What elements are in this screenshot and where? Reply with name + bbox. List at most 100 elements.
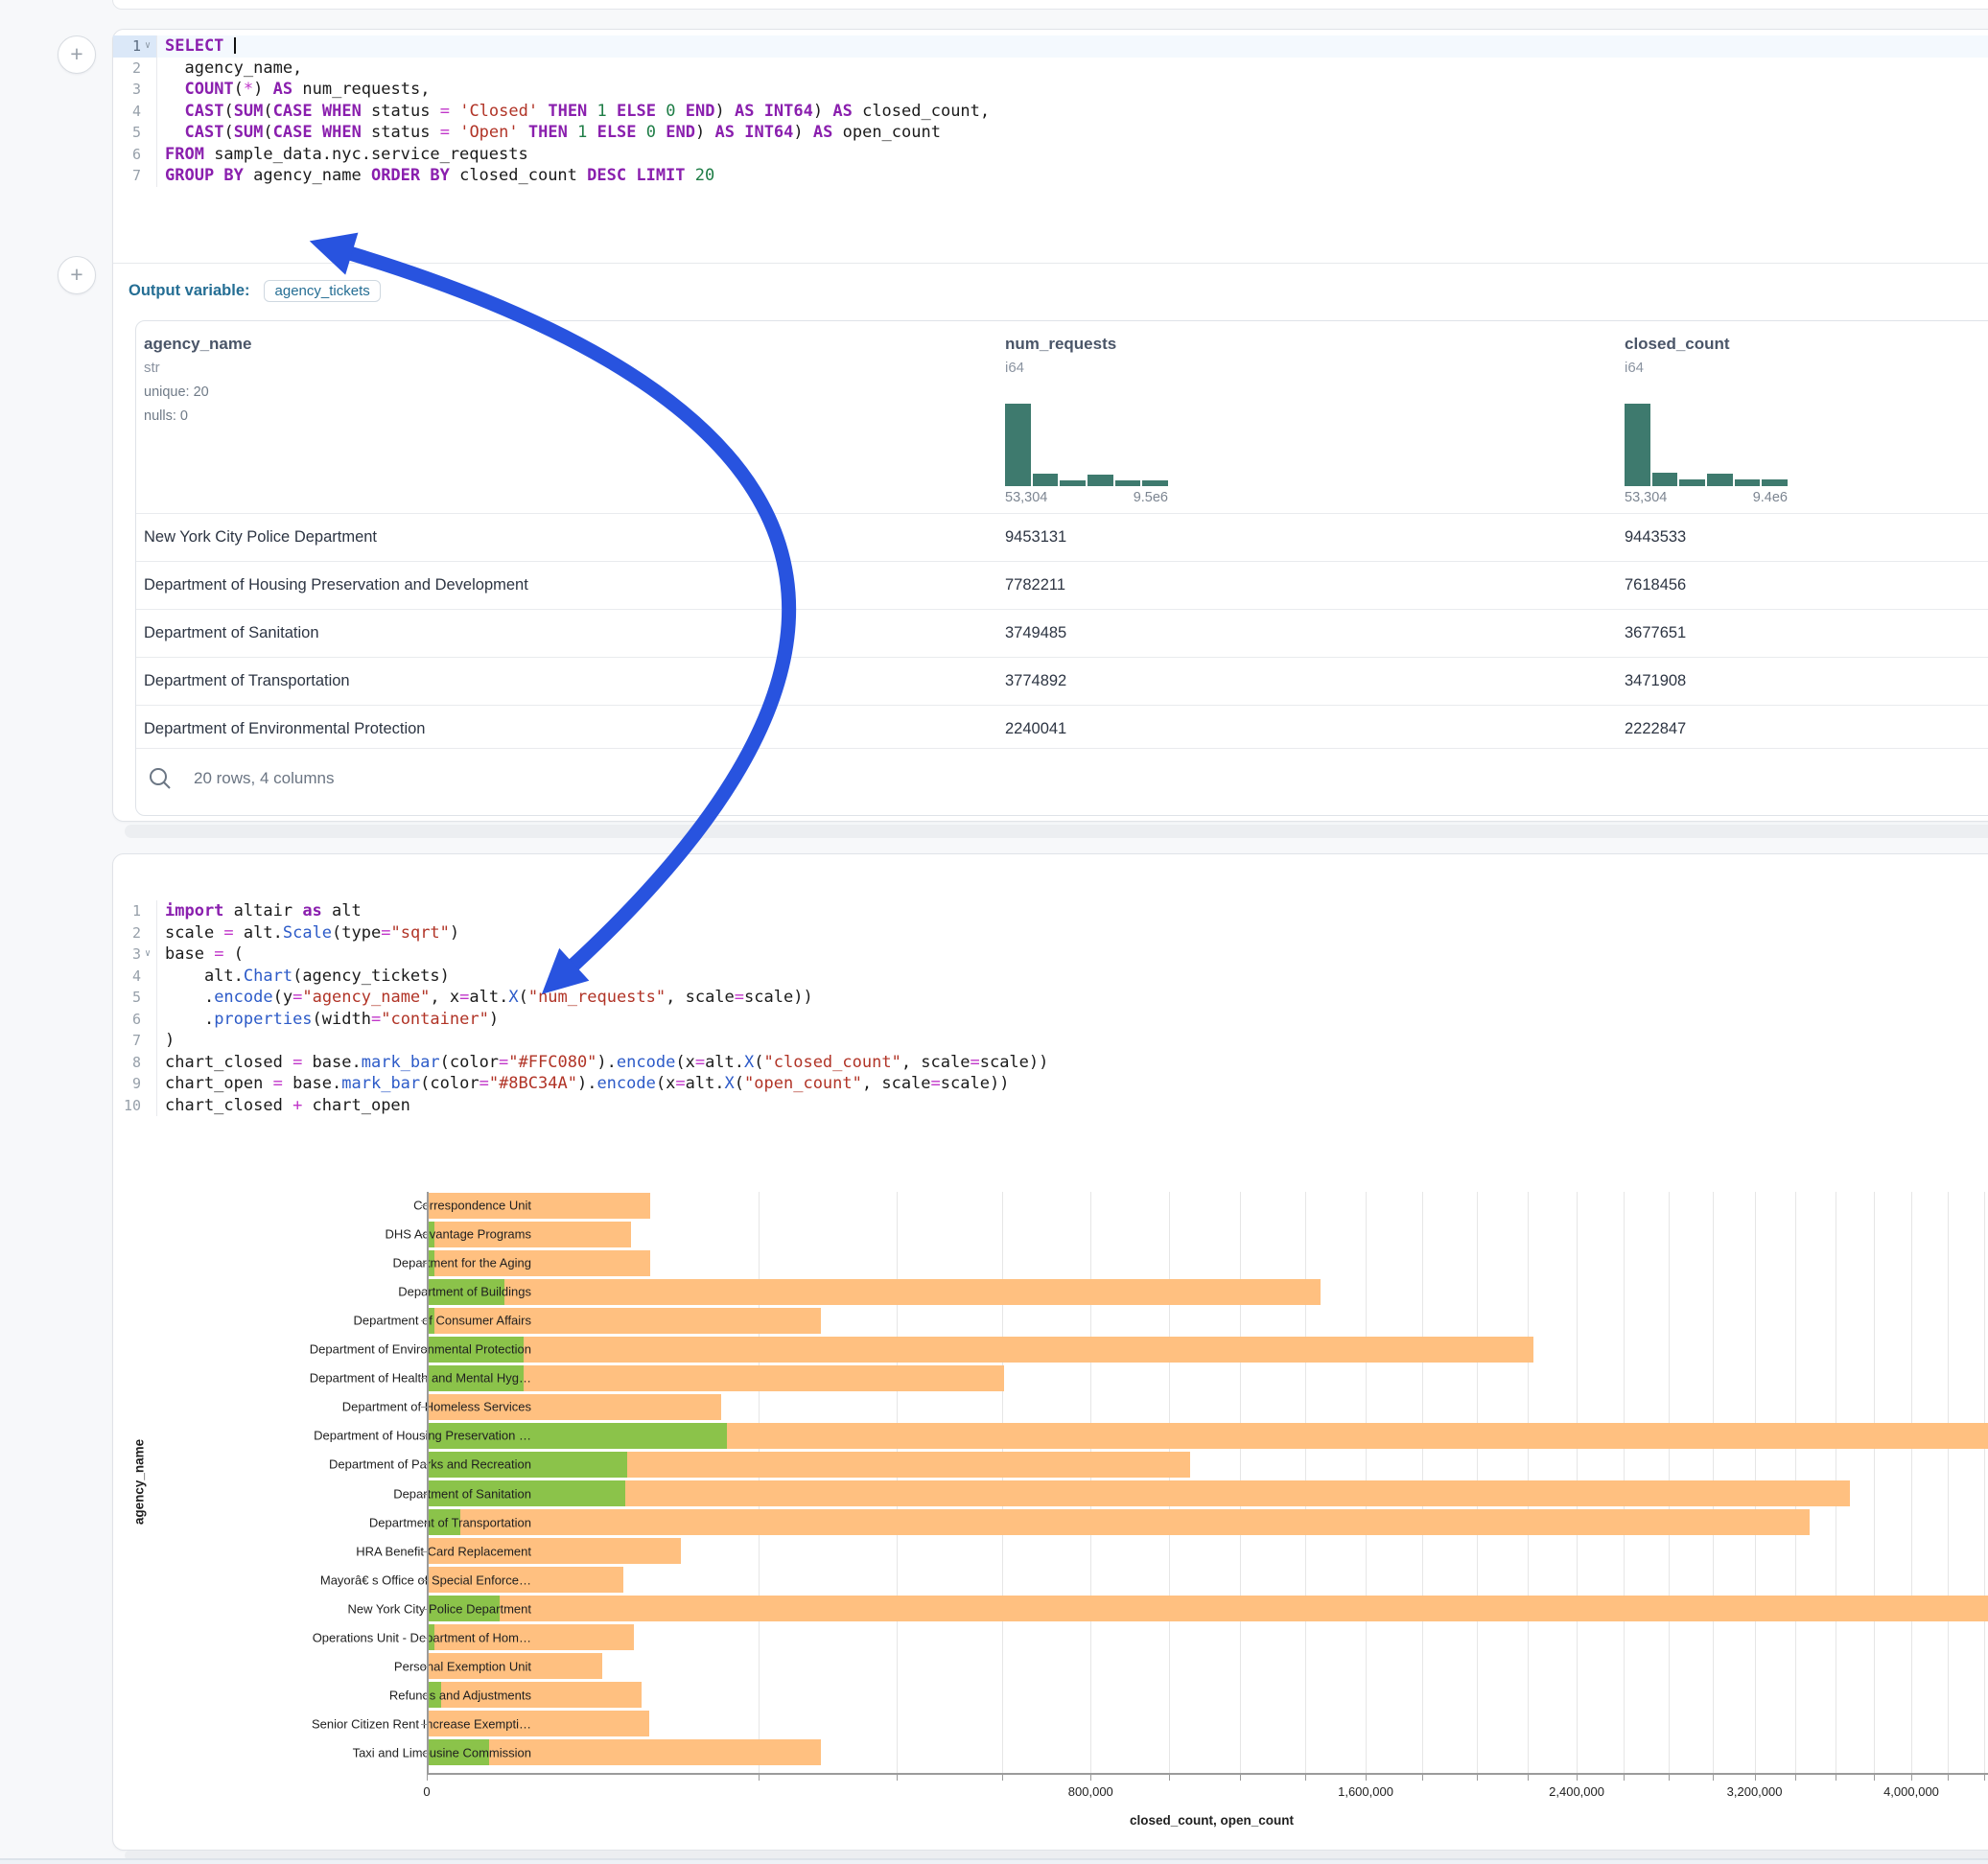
gutter-divider: [156, 144, 157, 166]
x-axis-tick: [1002, 1775, 1003, 1781]
code-line-2[interactable]: 2 agency_name,: [113, 58, 1988, 80]
column-header-closed-count[interactable]: closed_count i64: [1625, 335, 1730, 376]
y-axis-label: Correspondence Unit: [113, 1199, 531, 1213]
output-variable-pill[interactable]: agency_tickets: [264, 280, 381, 302]
x-axis-tick: [1874, 1775, 1875, 1781]
chart-gridline: [1874, 1192, 1875, 1773]
y-axis-label: Operations Unit - Department of Hom…: [113, 1630, 531, 1644]
add-cell-button-output[interactable]: +: [58, 256, 96, 294]
text-cursor: [234, 37, 236, 54]
histogram-bar: [1707, 474, 1733, 486]
y-axis-label: Department of Buildings: [113, 1285, 531, 1299]
cell-agency-name: Department of Housing Preservation and D…: [144, 562, 528, 609]
code-line-1[interactable]: 1∨SELECT: [113, 35, 1988, 58]
cell-num-requests: 2240041: [1005, 706, 1066, 753]
x-axis-tick: [1090, 1775, 1091, 1781]
x-axis-tick-label: 1,600,000: [1338, 1784, 1393, 1799]
y-axis-label: Department for the Aging: [113, 1256, 531, 1270]
x-axis-tick: [1477, 1775, 1478, 1781]
y-axis-label: Department of Housing Preservation …: [113, 1429, 531, 1443]
x-axis-tick: [1366, 1775, 1367, 1781]
num-requests-hist-labels: 53,304 9.5e6: [1005, 490, 1168, 505]
code-line-6[interactable]: 6FROM sample_data.nyc.service_requests: [113, 144, 1988, 166]
code-line-4[interactable]: 4 CAST(SUM(CASE WHEN status = 'Closed' T…: [113, 101, 1988, 123]
cell-num-requests: 7782211: [1005, 562, 1065, 609]
y-axis-line: [427, 1192, 429, 1773]
x-axis-tick: [1422, 1775, 1423, 1781]
cell-closed-count: 7618456: [1625, 562, 1686, 609]
table-footer: 20 rows, 4 columns: [136, 748, 1988, 810]
histogram-bar: [1679, 479, 1705, 486]
x-axis-tick-label: 4,000,000: [1883, 1784, 1939, 1799]
code-text: CAST(SUM(CASE WHEN status = 'Closed' THE…: [165, 101, 990, 123]
x-axis-tick: [1169, 1775, 1170, 1781]
line-number: 7: [113, 165, 156, 187]
line-number: 6: [113, 144, 156, 166]
cell-agency-name: Department of Transportation: [144, 658, 350, 705]
line-number: 4: [113, 101, 156, 123]
x-axis-tick-label: 2,400,000: [1549, 1784, 1604, 1799]
cell-closed-count: 3677651: [1625, 610, 1686, 657]
sql-code-editor[interactable]: 1∨SELECT 2 agency_name,3 COUNT(*) AS num…: [113, 35, 1988, 187]
histogram-bar: [1060, 480, 1086, 486]
chart-gridline: [1911, 1192, 1912, 1773]
sql-cell[interactable]: 1∨SELECT 2 agency_name,3 COUNT(*) AS num…: [112, 29, 1988, 822]
y-axis-label: HRA Benefit Card Replacement: [113, 1544, 531, 1558]
x-axis-tick: [1624, 1775, 1625, 1781]
y-axis-label: Mayorâ€ s Office of Special Enforce…: [113, 1573, 531, 1587]
table-row: Department of Sanitation37494853677651: [136, 609, 1988, 657]
gutter-divider: [156, 79, 157, 101]
bar-closed-count: [427, 1480, 1850, 1506]
x-axis-tick: [1669, 1775, 1670, 1781]
histogram-bar: [1735, 479, 1761, 486]
line-number: 2: [113, 58, 156, 80]
y-axis-label: Personal Exemption Unit: [113, 1659, 531, 1673]
num-requests-histogram: [1005, 404, 1168, 486]
search-icon[interactable]: [148, 766, 173, 791]
collapsed-cell-strip: [125, 825, 1988, 838]
gutter-divider: [156, 122, 157, 144]
divider: [113, 263, 1988, 264]
closed-count-hist-labels: 53,304 9.4e6: [1625, 490, 1788, 505]
table-body: New York City Police Department 9453131 94…: [136, 513, 1988, 753]
histogram-bar: [1088, 475, 1113, 486]
notebook-page: { "colors": { "closed_bar": "#FFC080", "…: [0, 0, 1988, 1864]
x-axis-tick: [1305, 1775, 1306, 1781]
fold-chevron-icon[interactable]: ∨: [145, 35, 151, 58]
cell-num-requests: 3749485: [1005, 610, 1066, 657]
y-axis-title: agency_name: [132, 1430, 147, 1535]
output-variable-label: Output variable:: [129, 282, 250, 299]
python-cell[interactable]: 1import altair as alt2scale = alt.Scale(…: [112, 853, 1988, 1851]
cell-closed-count: 9443533: [1625, 514, 1686, 561]
histogram-bar: [1115, 480, 1141, 486]
bar-closed-count: [427, 1337, 1533, 1363]
histogram-bar: [1005, 404, 1031, 486]
code-text: SELECT: [165, 35, 236, 58]
cell-num-requests: 9453131: [1005, 514, 1066, 561]
code-line-5[interactable]: 5 CAST(SUM(CASE WHEN status = 'Open' THE…: [113, 122, 1988, 144]
code-text: CAST(SUM(CASE WHEN status = 'Open' THEN …: [165, 122, 941, 144]
table-row: Department of Transportation377489234719…: [136, 657, 1988, 705]
gutter-divider: [156, 35, 157, 58]
gutter-divider: [156, 58, 157, 80]
y-axis-label: Department of Parks and Recreation: [113, 1457, 531, 1472]
gutter-divider: [156, 165, 157, 187]
y-axis-label: New York City Police Department: [113, 1601, 531, 1616]
x-axis-tick: [1948, 1775, 1949, 1781]
table-preview: agency_name str unique: 20 nulls: 0 num_…: [135, 320, 1988, 816]
column-header-num-requests[interactable]: num_requests i64: [1005, 335, 1116, 376]
column-header-agency-name[interactable]: agency_name str unique: 20 nulls: 0: [144, 335, 251, 424]
code-line-3[interactable]: 3 COUNT(*) AS num_requests,: [113, 79, 1988, 101]
x-axis-tick: [1528, 1775, 1529, 1781]
y-axis-label: Department of Consumer Affairs: [113, 1314, 531, 1328]
x-axis-tick: [759, 1775, 760, 1781]
x-axis-tick: [1577, 1775, 1578, 1781]
cell-agency-name: New York City Police Department: [144, 514, 377, 561]
y-axis-label: Department of Health and Mental Hyg…: [113, 1371, 531, 1386]
x-axis-tick: [427, 1775, 428, 1781]
y-axis-label: Department of Transportation: [113, 1515, 531, 1529]
add-cell-button-top[interactable]: +: [58, 35, 96, 74]
row-count-label: 20 rows, 4 columns: [194, 749, 334, 808]
code-line-7[interactable]: 7GROUP BY agency_name ORDER BY closed_co…: [113, 165, 1988, 187]
y-axis-label: Department of Homeless Services: [113, 1400, 531, 1414]
